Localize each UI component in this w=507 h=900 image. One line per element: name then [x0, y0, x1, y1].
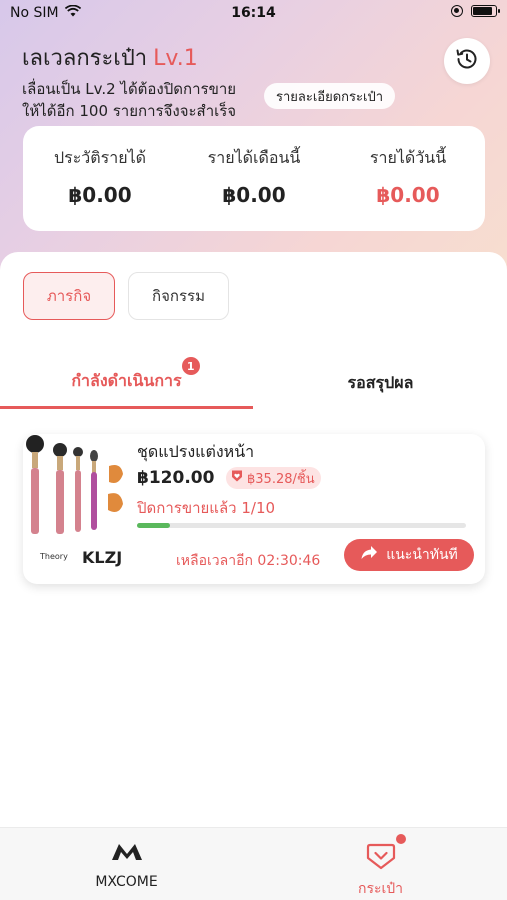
sales-progress-bar	[137, 523, 466, 528]
status-time: 16:14	[231, 5, 276, 21]
page-title: เลเวลกระเป๋า Lv.1	[22, 40, 198, 75]
battery-icon	[471, 5, 500, 17]
tab-bar-wallet-label: กระเป๋า	[357, 881, 404, 897]
countdown-timer: เหลือเวลาอีก 02:30:46	[176, 553, 321, 569]
tab-in-progress[interactable]: กำลังดำเนินการ 1	[0, 357, 253, 409]
brand-small-text: Theory	[40, 552, 68, 561]
tab-in-progress-label-wrap: กำลังดำเนินการ 1	[71, 357, 200, 394]
wallet-notification-dot	[395, 834, 406, 844]
orientation-lock-icon	[451, 5, 463, 17]
income-today-label: รายได้วันนี้	[369, 148, 447, 167]
share-arrow-icon	[360, 545, 378, 565]
bottom-tab-bar: MXCOME กระเป๋า	[0, 827, 507, 900]
tab-pending[interactable]: รอสรุปผล	[254, 357, 507, 409]
tab-bar-home[interactable]: MXCOME	[0, 828, 253, 900]
filter-activities-button[interactable]: กิจกรรม	[128, 272, 229, 320]
wallet-icon-wrap	[366, 834, 406, 870]
recommend-now-button[interactable]: แนะนำทันที	[344, 539, 474, 571]
main-panel: ภารกิจ กิจกรรม กำลังดำเนินการ 1 รอสรุปผล	[0, 252, 507, 827]
income-month-value: ฿0.00	[222, 183, 286, 207]
product-price: ฿120.00	[137, 468, 215, 488]
income-total-label: ประวัติรายได้	[53, 148, 147, 167]
history-clock-icon	[454, 46, 480, 76]
hint-line-2: ให้ได้อีก 100 รายการจึงจะสำเร็จ	[22, 102, 237, 120]
level-upgrade-hint: เลื่อนเป็น Lv.2 ได้ต้องปิดการขาย ให้ได้อ…	[22, 78, 262, 122]
history-button[interactable]	[444, 38, 490, 84]
status-bar: No SIM 16:14	[0, 0, 507, 28]
status-right	[451, 5, 500, 17]
product-name: ชุดแปรงแต่งหน้า	[137, 442, 255, 461]
task-card[interactable]: Theory KLZJ ชุดแปรงแต่งหน้า ฿120.00 ฿35.…	[23, 434, 485, 584]
brand-name: KLZJ	[82, 548, 123, 567]
wallet-detail-button[interactable]: รายละเอียดกระเป๋า	[264, 83, 395, 109]
tab-in-progress-badge: 1	[181, 357, 200, 375]
income-today-value: ฿0.00	[376, 183, 440, 207]
income-summary-card: ประวัติรายได้ ฿0.00 รายได้เดือนนี้ ฿0.00…	[23, 126, 485, 231]
tab-bar-home-label: MXCOME	[95, 874, 158, 890]
tab-bar-wallet[interactable]: กระเป๋า	[254, 828, 507, 900]
heart-shield-icon	[230, 469, 244, 487]
commission-badge: ฿35.28/ชิ้น	[226, 467, 321, 489]
recommend-now-label: แนะนำทันที	[386, 547, 458, 563]
hint-line-1: เลื่อนเป็น Lv.2 ได้ต้องปิดการขาย	[22, 80, 237, 98]
income-total-value: ฿0.00	[68, 183, 132, 207]
wallet-heart-icon	[366, 843, 396, 874]
wallet-level-title: เลเวลกระเป๋า	[22, 46, 148, 71]
wallet-level-value: Lv.1	[153, 46, 198, 71]
income-today: รายได้วันนี้ ฿0.00	[331, 126, 485, 231]
income-month-label: รายได้เดือนนี้	[207, 148, 301, 167]
sales-progress-text: ปิดการขายแล้ว 1/10	[137, 499, 276, 517]
income-month: รายได้เดือนนี้ ฿0.00	[177, 126, 331, 231]
task-status-tabs: กำลังดำเนินการ 1 รอสรุปผล	[0, 357, 507, 409]
product-image	[23, 434, 133, 542]
sales-progress-fill	[137, 523, 170, 528]
income-total: ประวัติรายได้ ฿0.00	[23, 126, 177, 231]
commission-text: ฿35.28/ชิ้น	[247, 471, 315, 487]
mxcome-logo-icon	[110, 842, 144, 866]
filter-tasks-button[interactable]: ภารกิจ	[23, 272, 115, 320]
tab-in-progress-label: กำลังดำเนินการ	[71, 371, 182, 390]
